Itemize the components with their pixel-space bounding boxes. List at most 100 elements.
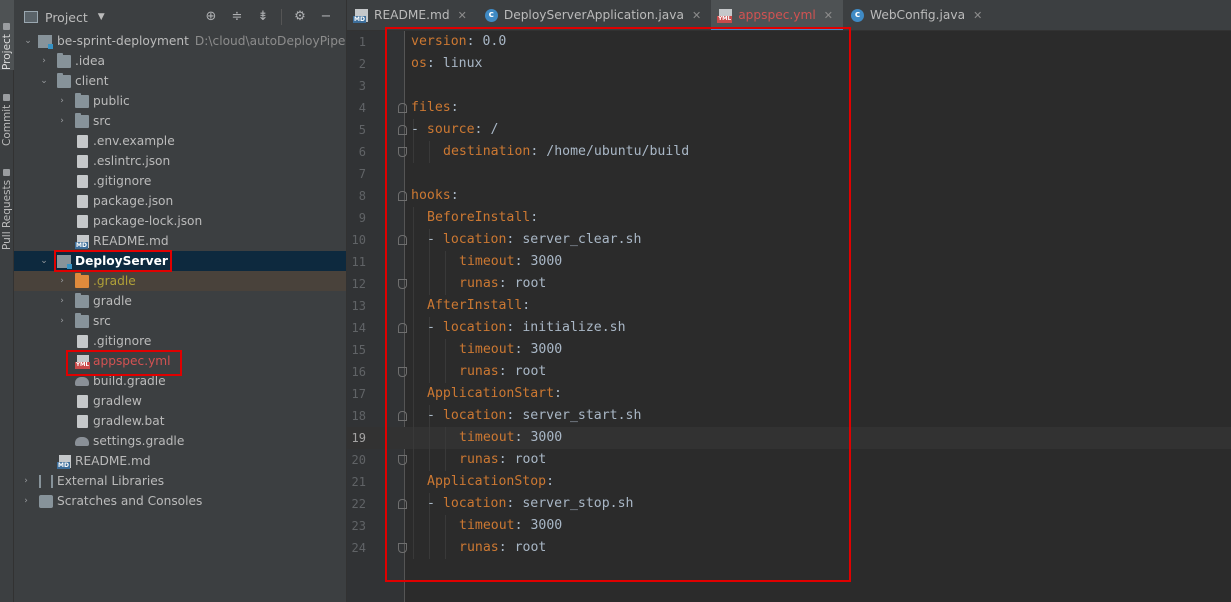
close-icon[interactable]: ✕ [824,9,833,22]
tree-node-gradle[interactable]: › gradle [14,291,346,311]
tab-webconfig[interactable]: c WebConfig.java ✕ [843,0,992,30]
tree-node-dot-gradle[interactable]: › .gradle [14,271,346,291]
chevron-right-icon[interactable]: › [56,111,68,131]
tab-readme[interactable]: README.md ✕ [347,0,477,30]
expand-all-icon[interactable]: ≑ [229,9,245,25]
code-line[interactable]: 4 files: [347,97,1231,119]
code-line[interactable]: 2 os: linux [347,53,1231,75]
fold-marker-icon[interactable] [398,367,407,377]
tree-node-scratches[interactable]: › Scratches and Consoles [14,491,346,511]
fold-marker-icon[interactable] [398,147,407,157]
stripe-tab-pull-requests[interactable]: Pull Requests [0,160,14,250]
fold-marker-icon[interactable] [398,125,407,135]
minimize-icon[interactable]: − [318,9,334,25]
indent-guide [429,361,430,383]
chevron-right-icon[interactable]: › [56,311,68,331]
code-line[interactable]: 6 destination: /home/ubuntu/build [347,141,1231,163]
tab-appspec[interactable]: appspec.yml ✕ [711,0,843,30]
code-line[interactable]: 22 - location: server_stop.sh [347,493,1231,515]
code-line[interactable]: 24 runas: root [347,537,1231,559]
stripe-tab-project[interactable]: Project [0,0,14,70]
gear-icon[interactable]: ⚙ [292,9,308,25]
code-line[interactable]: 23 timeout: 3000 [347,515,1231,537]
tab-deployserverapplication[interactable]: c DeployServerApplication.java ✕ [477,0,711,30]
code-line[interactable]: 11 timeout: 3000 [347,251,1231,273]
close-icon[interactable]: ✕ [458,9,467,22]
code-line[interactable]: 10 - location: server_clear.sh [347,229,1231,251]
close-icon[interactable]: ✕ [973,9,982,22]
tree-node-package-json[interactable]: package.json [14,191,346,211]
tree-node-settings-gradle[interactable]: settings.gradle [14,431,346,451]
code-text: - location: initialize.sh [427,317,626,339]
code-line[interactable]: 21 ApplicationStop: [347,471,1231,493]
code-line[interactable]: 19 timeout: 3000 [347,427,1231,449]
code-editor[interactable]: 1 version: 0.0 2 os: linux 3 4 files: 5 - source… [347,31,1231,559]
fold-marker-icon[interactable] [398,279,407,289]
code-line[interactable]: 16 runas: root [347,361,1231,383]
tree-node-client[interactable]: ⌄ client [14,71,346,91]
fold-marker-icon[interactable] [398,543,407,553]
tree-node-gitignore[interactable]: .gitignore [14,171,346,191]
tree-node-idea[interactable]: › .idea [14,51,346,71]
collapse-all-icon[interactable]: ⇟ [255,9,271,25]
fold-marker-icon[interactable] [398,411,407,421]
chevron-right-icon[interactable]: › [20,471,32,491]
yaml-key: location [442,232,507,247]
tree-node-deploy-gitignore[interactable]: .gitignore [14,331,346,351]
code-line[interactable]: 14 - location: initialize.sh [347,317,1231,339]
chevron-right-icon[interactable]: › [38,51,50,71]
tree-node-root[interactable]: ⌄ be-sprint-deployment D:\cloud\autoDeplo… [14,31,346,51]
fold-marker-icon[interactable] [398,455,407,465]
fold-marker-icon[interactable] [398,323,407,333]
code-line[interactable]: 20 runas: root [347,449,1231,471]
code-line[interactable]: 15 timeout: 3000 [347,339,1231,361]
code-line[interactable]: 5 - source: / [347,119,1231,141]
fold-marker-icon[interactable] [398,235,407,245]
tree-node-gradlew[interactable]: gradlew [14,391,346,411]
indent-guide [413,449,414,471]
file-icon [77,175,88,188]
fold-marker-icon[interactable] [398,499,407,509]
chevron-down-icon[interactable]: ▼ [98,12,105,22]
close-icon[interactable]: ✕ [692,9,701,22]
chevron-down-icon[interactable]: ⌄ [38,71,50,91]
code-line[interactable]: 12 runas: root [347,273,1231,295]
tree-node-public[interactable]: › public [14,91,346,111]
code-line[interactable]: 7 [347,163,1231,185]
java-class-icon: c [850,8,864,22]
tree-node-client-readme[interactable]: README.md [14,231,346,251]
locate-icon[interactable]: ⊕ [203,9,219,25]
tree-node-env-example[interactable]: .env.example [14,131,346,151]
tree-node-src[interactable]: › src [14,111,346,131]
code-line[interactable]: 1 version: 0.0 [347,31,1231,53]
tree-node-appspec[interactable]: appspec.yml [14,351,346,371]
tree-node-root-readme[interactable]: README.md [14,451,346,471]
tree-node-deployserver[interactable]: ⌄ DeployServer [14,251,346,271]
line-number: 23 [351,519,366,533]
chevron-right-icon[interactable]: › [56,271,68,291]
code-line[interactable]: 17 ApplicationStart: [347,383,1231,405]
chevron-down-icon[interactable]: ⌄ [38,251,50,271]
code-line[interactable]: 3 [347,75,1231,97]
chevron-right-icon[interactable]: › [56,91,68,111]
fold-marker-icon[interactable] [398,191,407,201]
chevron-right-icon[interactable]: › [56,291,68,311]
chevron-down-icon[interactable]: ⌄ [22,31,34,51]
tree-node-build-gradle[interactable]: build.gradle [14,371,346,391]
tree-node-deploy-src[interactable]: › src [14,311,346,331]
tree-node-gradlew-bat[interactable]: gradlew.bat [14,411,346,431]
code-line[interactable]: 8 hooks: [347,185,1231,207]
code-line[interactable]: 9 BeforeInstall: [347,207,1231,229]
project-view-selector[interactable]: Project [45,10,88,25]
toolbar-divider [281,9,282,25]
code-line[interactable]: 13 AfterInstall: [347,295,1231,317]
tree-node-eslintrc[interactable]: .eslintrc.json [14,151,346,171]
chevron-right-icon[interactable]: › [20,491,32,511]
stripe-tab-commit[interactable]: Commit [0,84,14,146]
line-number: 8 [358,189,366,203]
code-line[interactable]: 18 - location: server_start.sh [347,405,1231,427]
tree-node-external-libraries[interactable]: › External Libraries [14,471,346,491]
tree-node-package-lock[interactable]: package-lock.json [14,211,346,231]
yaml-icon [717,8,733,23]
fold-marker-icon[interactable] [398,103,407,113]
